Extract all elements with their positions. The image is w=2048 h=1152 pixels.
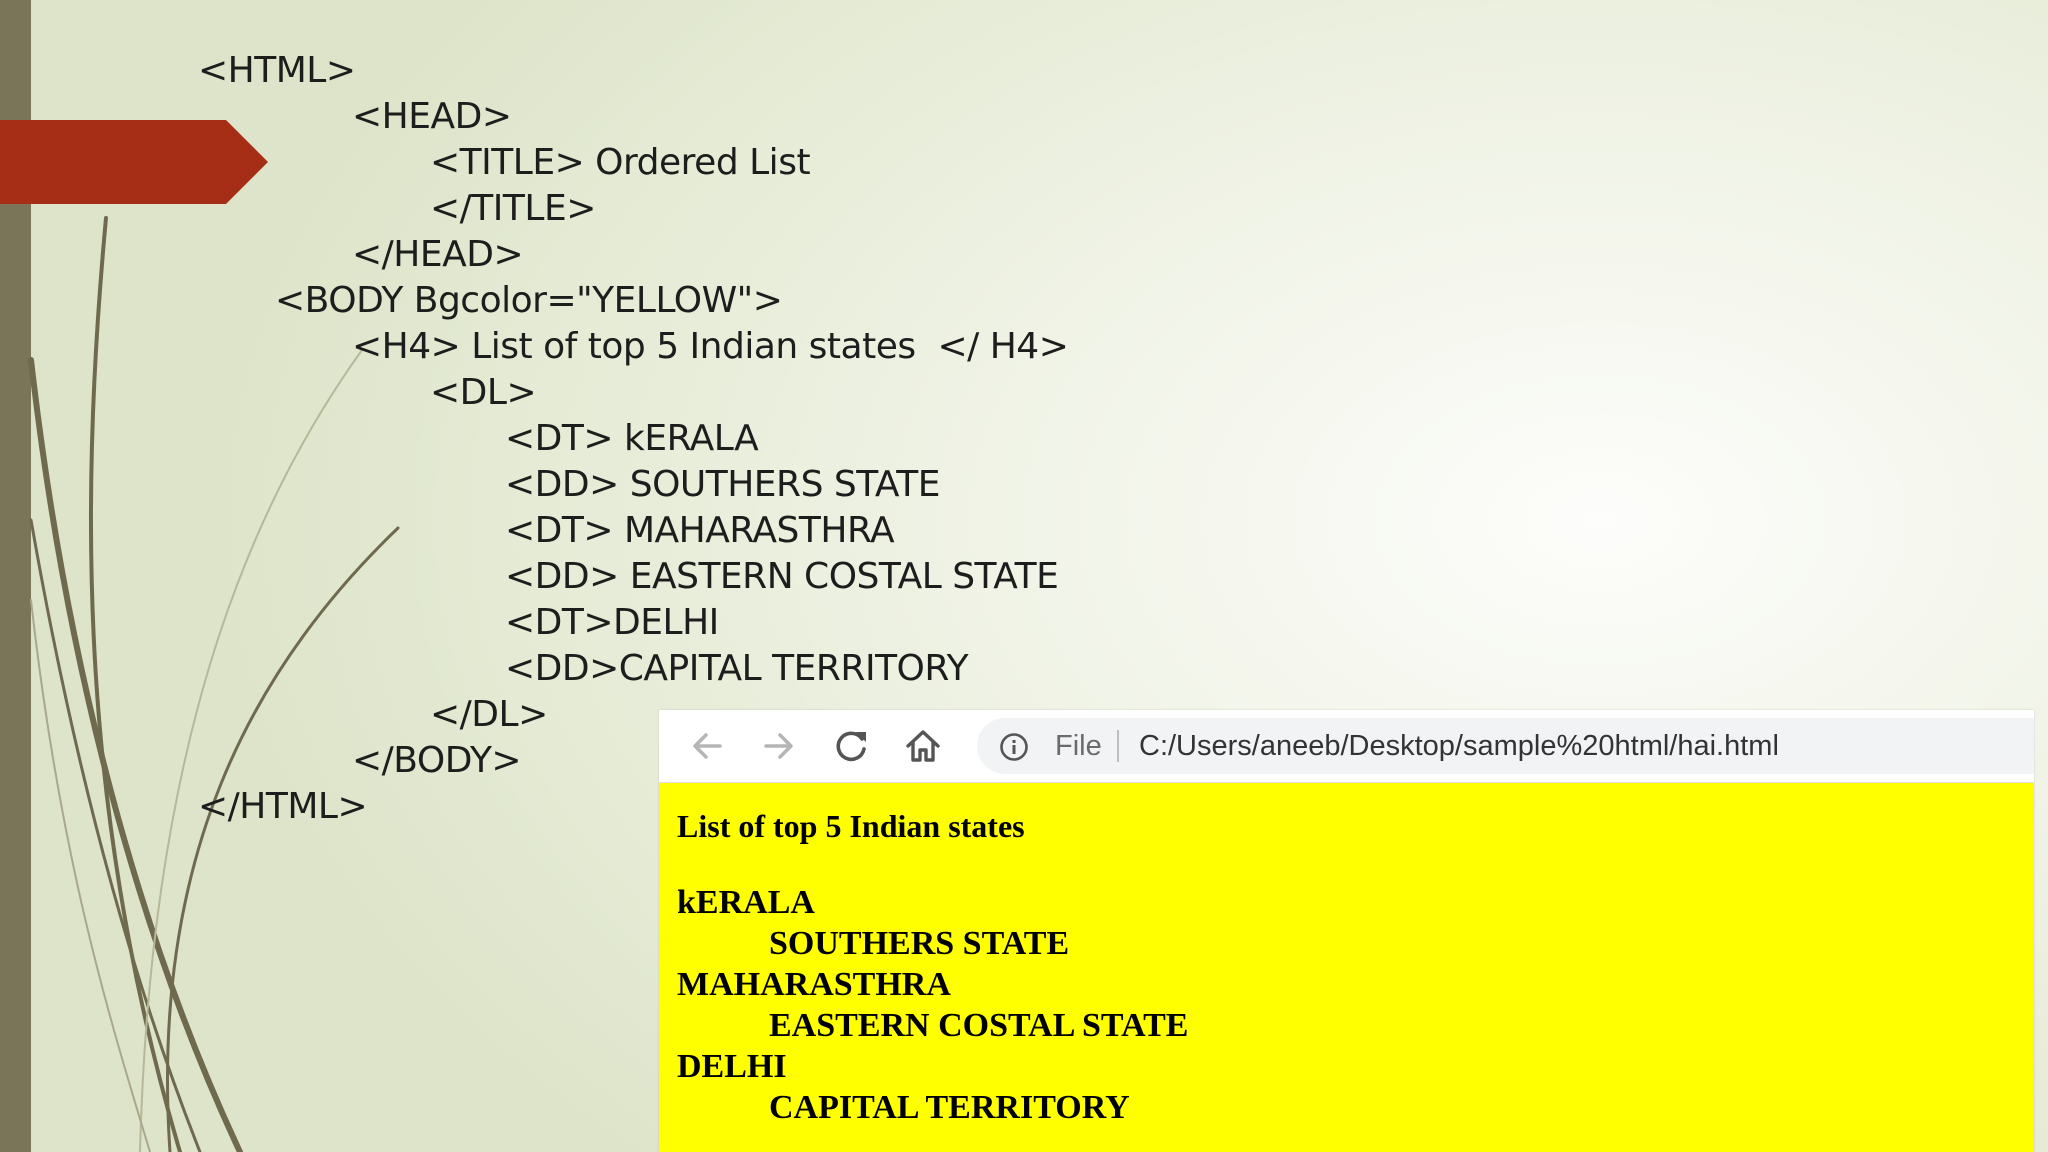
browser-window: File C:/Users/aneeb/Desktop/sample%20htm…: [659, 710, 2034, 1152]
code-line: <DL>: [430, 372, 537, 413]
slide-left-bar: [0, 0, 31, 1152]
reload-icon: [836, 731, 866, 762]
code-line: </HTML>: [198, 786, 368, 827]
code-line: <DT> MAHARASTHRA: [505, 510, 895, 551]
url-text[interactable]: C:/Users/aneeb/Desktop/sample%20html/hai…: [1139, 728, 1779, 764]
definition-term: DELHI: [677, 1048, 787, 1085]
definition-description: CAPITAL TERRITORY: [769, 1089, 1130, 1126]
code-line: </DL>: [430, 694, 548, 735]
reload-button[interactable]: [825, 720, 877, 772]
definition-term: MAHARASTHRA: [677, 966, 951, 1003]
code-line: <DT>DELHI: [505, 602, 719, 643]
home-button[interactable]: [897, 720, 949, 772]
decor-curve: [29, 518, 202, 1152]
decor-curve: [30, 599, 151, 1152]
code-line: <DT> kERALA: [505, 418, 759, 459]
decor-curve: [88, 216, 182, 1152]
browser-toolbar: File C:/Users/aneeb/Desktop/sample%20htm…: [659, 710, 2034, 783]
arrow-left-icon: [693, 733, 722, 759]
definition-description: SOUTHERS STATE: [769, 925, 1070, 962]
code-line: <H4> List of top 5 Indian states </ H4>: [352, 326, 1069, 367]
code-line: <DD> SOUTHERS STATE: [505, 464, 940, 505]
code-line: <BODY Bgcolor="YELLOW">: [275, 280, 783, 321]
code-line: <HEAD>: [352, 96, 512, 137]
address-separator: [1117, 730, 1119, 762]
info-icon[interactable]: [999, 732, 1029, 762]
code-line: <DD> EASTERN COSTAL STATE: [505, 556, 1059, 597]
page-viewport: List of top 5 Indian states kERALA SOUTH…: [659, 783, 2034, 1152]
scheme-label: File: [1055, 730, 1102, 762]
code-line: </TITLE>: [430, 188, 596, 229]
code-line: </BODY>: [352, 740, 522, 781]
arrow-right-icon: [764, 733, 793, 759]
decor-curve: [28, 357, 243, 1152]
forward-button[interactable]: [753, 720, 805, 772]
code-line: <TITLE> Ordered List: [430, 142, 811, 183]
definition-description: EASTERN COSTAL STATE: [769, 1007, 1189, 1044]
code-line: </HEAD>: [352, 234, 524, 275]
code-line: <DD>CAPITAL TERRITORY: [505, 648, 969, 689]
home-icon: [906, 730, 940, 762]
decor-curve: [166, 526, 400, 1152]
code-line: <HTML>: [198, 50, 356, 91]
back-button[interactable]: [681, 720, 733, 772]
address-bar[interactable]: File C:/Users/aneeb/Desktop/sample%20htm…: [977, 718, 2034, 774]
accent-arrow: [0, 120, 268, 204]
definition-term: kERALA: [677, 884, 815, 921]
decor-curve: [139, 349, 363, 1152]
page-heading: List of top 5 Indian states: [677, 808, 1025, 844]
